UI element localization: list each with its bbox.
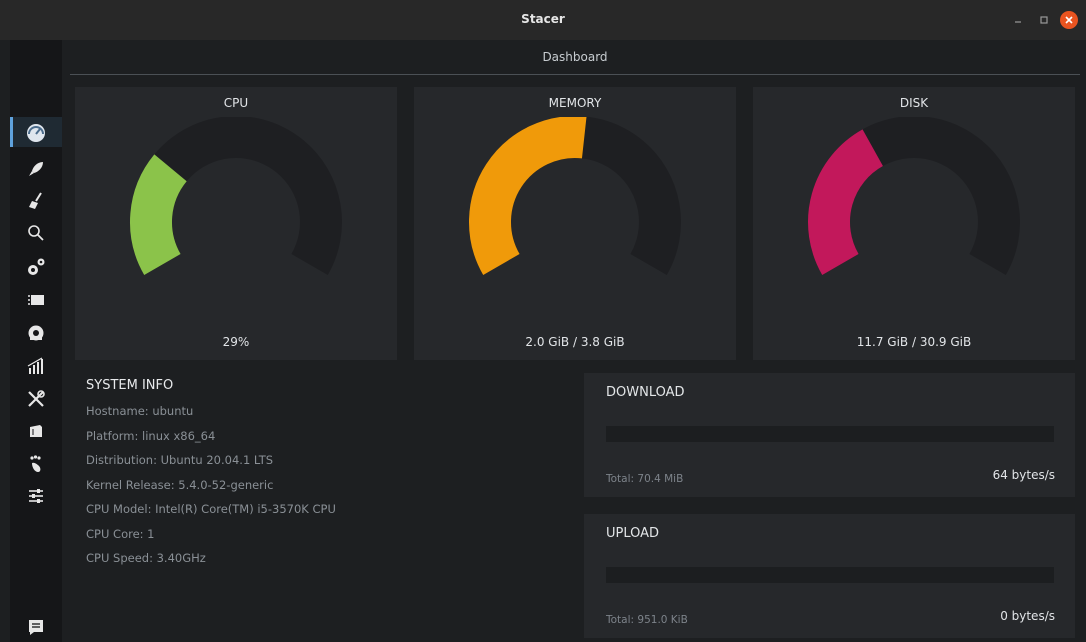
gears-icon	[28, 258, 45, 275]
tools-icon	[28, 390, 45, 407]
sidebar-item-uninstaller[interactable]	[10, 318, 62, 348]
disk-gauge-fill	[808, 129, 884, 275]
system-info-panel: SYSTEM INFO Hostname: ubuntu Platform: l…	[86, 378, 566, 571]
gnome-foot-icon	[30, 455, 41, 472]
cpu-gauge-track	[130, 117, 342, 275]
resources-chart-icon	[27, 357, 43, 374]
cpu-card-title: CPU	[223, 96, 249, 110]
cpu-gauge-fill	[130, 154, 188, 275]
cpu-card: CPU 29%	[75, 87, 397, 360]
sidebar-item-startup[interactable]	[10, 154, 62, 184]
upload-rate: 0 bytes/s	[1000, 609, 1055, 623]
upload-graph	[606, 567, 1054, 583]
page-header: Dashboard	[70, 40, 1080, 75]
processes-icon	[28, 295, 44, 305]
stacer-window: Stacer Dashboard CPU 29% MEMORY 2.0 GiB …	[0, 0, 1086, 642]
apt-box-icon	[30, 425, 42, 437]
disk-card: DISK 11.7 GiB / 30.9 GiB	[753, 87, 1075, 360]
sidebar-item-gnome-settings[interactable]	[10, 449, 62, 479]
minimize-icon	[1015, 21, 1021, 23]
cpu-core-row: CPU Core: 1	[86, 526, 155, 541]
hostname-row: Hostname: ubuntu	[86, 404, 194, 418]
upload-title: UPLOAD	[606, 526, 660, 541]
download-panel: DOWNLOAD Total: 70.4 MiB 64 bytes/s	[584, 373, 1075, 497]
sidebar-item-resources[interactable]	[10, 351, 62, 381]
close-button[interactable]	[1060, 11, 1078, 29]
kernel-release-row: Kernel Release: 5.4.0-52-generic	[86, 477, 274, 492]
maximize-button[interactable]	[1036, 12, 1052, 28]
distribution-row: Distribution: Ubuntu 20.04.1 LTS	[86, 453, 274, 467]
cpu-model-row: CPU Model: Intel(R) Core(TM) i5-3570K CP…	[86, 502, 336, 516]
cpu-speed-row: CPU Speed: 3.40GHz	[86, 551, 206, 565]
disk-card-title: DISK	[899, 96, 929, 110]
sidebar-item-search[interactable]	[10, 218, 62, 248]
sidebar-item-dashboard[interactable]	[10, 117, 62, 147]
rocket-icon	[29, 162, 43, 176]
settings-sliders-icon	[29, 489, 43, 503]
sidebar-item-processes[interactable]	[10, 285, 62, 315]
cpu-gauge	[130, 117, 342, 275]
download-title: DOWNLOAD	[606, 385, 685, 400]
title-bar: Stacer	[0, 0, 1086, 40]
memory-card: MEMORY 2.0 GiB / 3.8 GiB	[414, 87, 736, 360]
close-icon	[1065, 16, 1073, 24]
platform-row: Platform: linux x86_64	[86, 428, 216, 443]
page-title: Dashboard	[542, 50, 608, 64]
sidebar-item-services[interactable]	[10, 252, 62, 282]
feedback-icon	[29, 620, 43, 635]
sidebar-item-cleaner[interactable]	[10, 186, 62, 216]
download-total: Total: 70.4 MiB	[606, 473, 684, 485]
system-info-heading: SYSTEM INFO	[86, 378, 174, 393]
sidebar-item-settings[interactable]	[10, 481, 62, 511]
sidebar-item-helpers[interactable]	[10, 384, 62, 414]
memory-gauge	[469, 117, 681, 275]
minimize-button[interactable]	[1010, 12, 1026, 28]
maximize-icon	[1040, 16, 1048, 24]
sidebar	[10, 40, 62, 642]
memory-usage-value: 2.0 GiB / 3.8 GiB	[525, 335, 625, 349]
upload-panel: UPLOAD Total: 951.0 KiB 0 bytes/s	[584, 514, 1075, 638]
memory-gauge-fill	[469, 117, 587, 275]
sidebar-item-apt-repository[interactable]	[10, 416, 62, 446]
search-icon	[28, 225, 44, 241]
disk-usage-value: 11.7 GiB / 30.9 GiB	[856, 335, 972, 349]
download-rate: 64 bytes/s	[992, 468, 1055, 482]
disk-gauge	[808, 117, 1020, 275]
cpu-usage-value: 29%	[222, 335, 250, 349]
broom-icon	[29, 192, 42, 209]
memory-card-title: MEMORY	[548, 96, 602, 110]
sidebar-item-feedback[interactable]	[10, 612, 62, 642]
package-icon	[28, 325, 44, 341]
download-graph	[606, 426, 1054, 442]
window-title: Stacer	[521, 12, 565, 26]
dashboard-gauge-icon	[27, 124, 45, 142]
upload-total: Total: 951.0 KiB	[606, 614, 688, 626]
